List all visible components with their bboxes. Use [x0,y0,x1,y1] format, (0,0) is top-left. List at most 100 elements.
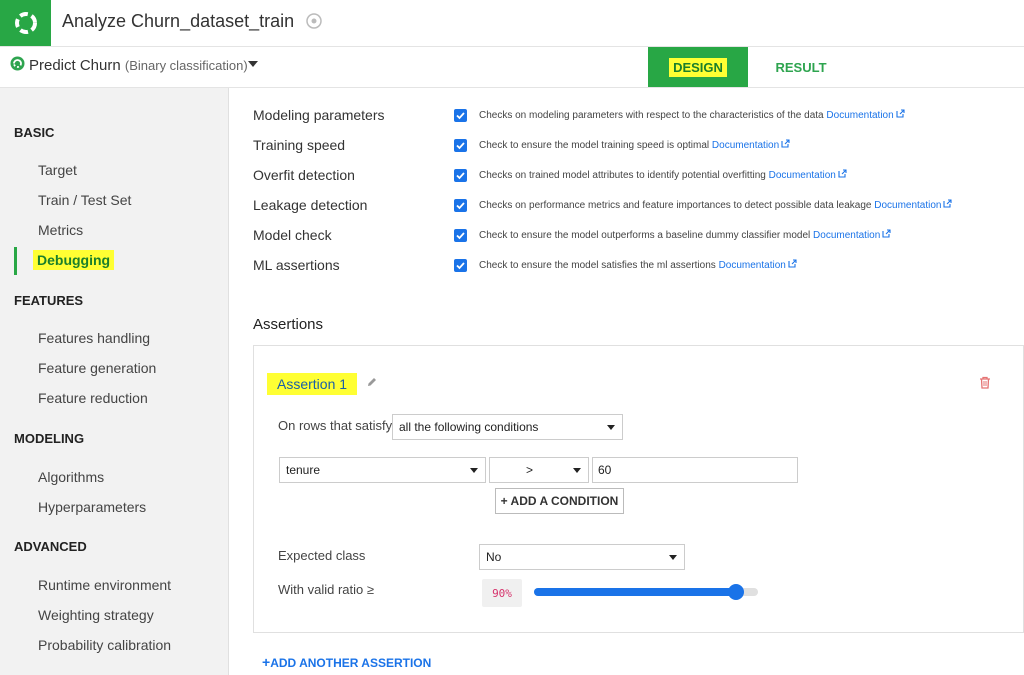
sidebar-section-features: FEATURES [14,293,84,308]
check-label: Training speed [253,137,346,153]
model-selector[interactable]: Predict Churn (Binary classification) [29,57,248,74]
sidebar-item-algorithms[interactable]: Algorithms [38,469,104,485]
documentation-link[interactable]: Documentation [874,199,953,211]
sidebar-item-feature-generation[interactable]: Feature generation [38,360,156,376]
expected-class-select[interactable]: No [479,544,685,570]
check-desc-text: Check to ensure the model training speed… [479,140,710,151]
documentation-link[interactable]: Documentation [826,109,905,121]
checkbox-modeling-parameters[interactable] [454,109,467,122]
chevron-down-icon [470,468,478,473]
plus-icon: + [262,654,271,670]
check-label: Overfit detection [253,167,355,183]
checkmark-icon [456,112,465,120]
sidebar-item-hyperparameters[interactable]: Hyperparameters [38,499,146,515]
slider-handle[interactable] [728,584,744,600]
trash-icon[interactable] [979,376,991,389]
checkbox-training-speed[interactable] [454,139,467,152]
condition-value: 60 [598,463,612,477]
compass-icon[interactable] [306,13,322,29]
valid-ratio-value: 90% [482,579,522,607]
documentation-link-label: Documentation [874,200,942,211]
documentation-link-label: Documentation [813,230,881,241]
checkbox-model-check[interactable] [454,229,467,242]
external-link-icon [781,139,790,148]
tab-design[interactable]: DESIGN [648,47,748,87]
rows-condition-label: On rows that satisfy [278,418,393,433]
pencil-icon[interactable] [366,376,378,388]
sidebar-item-feature-reduction[interactable]: Feature reduction [38,390,148,406]
documentation-link[interactable]: Documentation [711,139,790,151]
documentation-link[interactable]: Documentation [813,229,891,241]
check-description: Checks on modeling parameters with respe… [479,109,905,121]
sidebar-item-features-handling[interactable]: Features handling [38,330,150,346]
sidebar-item-debugging[interactable]: Debugging [33,250,115,270]
check-label: Leakage detection [253,197,368,213]
documentation-link-label: Documentation [718,260,786,271]
check-label: ML assertions [253,257,340,273]
tab-design-label: DESIGN [669,57,727,77]
model-bar: Predict Churn (Binary classification) DE… [0,47,1024,88]
chevron-down-icon[interactable] [248,61,258,67]
check-label: Modeling parameters [253,107,385,123]
expected-class-value: No [486,550,502,564]
main-content: Modeling parameters Checks on modeling p… [229,88,1024,675]
check-description: Check to ensure the model satisfies the … [479,259,797,271]
add-another-assertion-label: ADD ANOTHER ASSERTION [270,656,432,670]
checkmark-icon [456,172,465,180]
sidebar-item-target[interactable]: Target [38,162,77,178]
sidebar-section-modeling: MODELING [14,431,85,446]
check-description: Checks on trained model attributes to id… [479,169,847,181]
documentation-link-label: Documentation [826,110,894,121]
checkmark-icon [456,232,465,240]
external-link-icon [788,259,797,268]
rows-mode-select[interactable]: all the following conditions [392,414,623,440]
checkbox-ml-assertions[interactable] [454,259,467,272]
sidebar-item-weighting-strategy[interactable]: Weighting strategy [38,607,154,623]
checkbox-leakage-detection[interactable] [454,199,467,212]
documentation-link[interactable]: Documentation [718,259,797,271]
checkbox-overfit-detection[interactable] [454,169,467,182]
external-link-icon [838,169,847,178]
sidebar-section-basic: BASIC [14,125,55,140]
external-link-icon [943,199,953,208]
sidebar-item-metrics[interactable]: Metrics [38,222,83,238]
check-description: Check to ensure the model training speed… [479,139,790,151]
chevron-down-icon [573,468,581,473]
check-description: Check to ensure the model outperforms a … [479,229,891,241]
valid-ratio-slider[interactable] [534,584,758,600]
add-another-assertion-button[interactable]: +ADD ANOTHER ASSERTION [262,654,431,670]
sidebar-item-train-test[interactable]: Train / Test Set [38,192,131,208]
sidebar-section-advanced: ADVANCED [14,539,87,554]
check-label: Model check [253,227,332,243]
chevron-down-icon [607,425,615,430]
valid-ratio-label: With valid ratio ≥ [278,582,374,597]
external-link-icon [882,229,891,238]
checkmark-icon [456,262,465,270]
check-desc-text: Checks on trained model attributes to id… [479,170,766,181]
condition-operator-select[interactable]: > [489,457,589,483]
chevron-down-icon [669,555,677,560]
documentation-link-label: Documentation [768,170,836,181]
rows-mode-value: all the following conditions [399,420,539,434]
external-link-icon [896,109,905,118]
documentation-link-label: Documentation [711,140,780,151]
sidebar: BASIC Target Train / Test Set Metrics De… [0,88,229,675]
dataiku-logo-icon[interactable] [0,0,51,46]
check-desc-text: Checks on modeling parameters with respe… [479,110,824,121]
check-desc-text: Checks on performance metrics and featur… [479,200,872,211]
condition-value-input[interactable]: 60 [592,457,798,483]
sidebar-item-probability-calibration[interactable]: Probability calibration [38,637,171,653]
assertions-heading: Assertions [253,316,324,333]
sidebar-item-runtime-environment[interactable]: Runtime environment [38,577,171,593]
condition-column-value: tenure [286,463,321,477]
add-condition-button[interactable]: + ADD A CONDITION [495,488,624,514]
slider-fill [534,588,736,596]
check-description: Checks on performance metrics and featur… [479,199,953,211]
expected-class-label: Expected class [278,548,366,563]
documentation-link[interactable]: Documentation [768,169,847,181]
condition-column-select[interactable]: tenure [279,457,486,483]
tab-result[interactable]: RESULT [760,47,842,87]
check-desc-text: Check to ensure the model outperforms a … [479,230,811,241]
checkmark-icon [456,202,465,210]
assertion-name[interactable]: Assertion 1 [267,373,358,395]
